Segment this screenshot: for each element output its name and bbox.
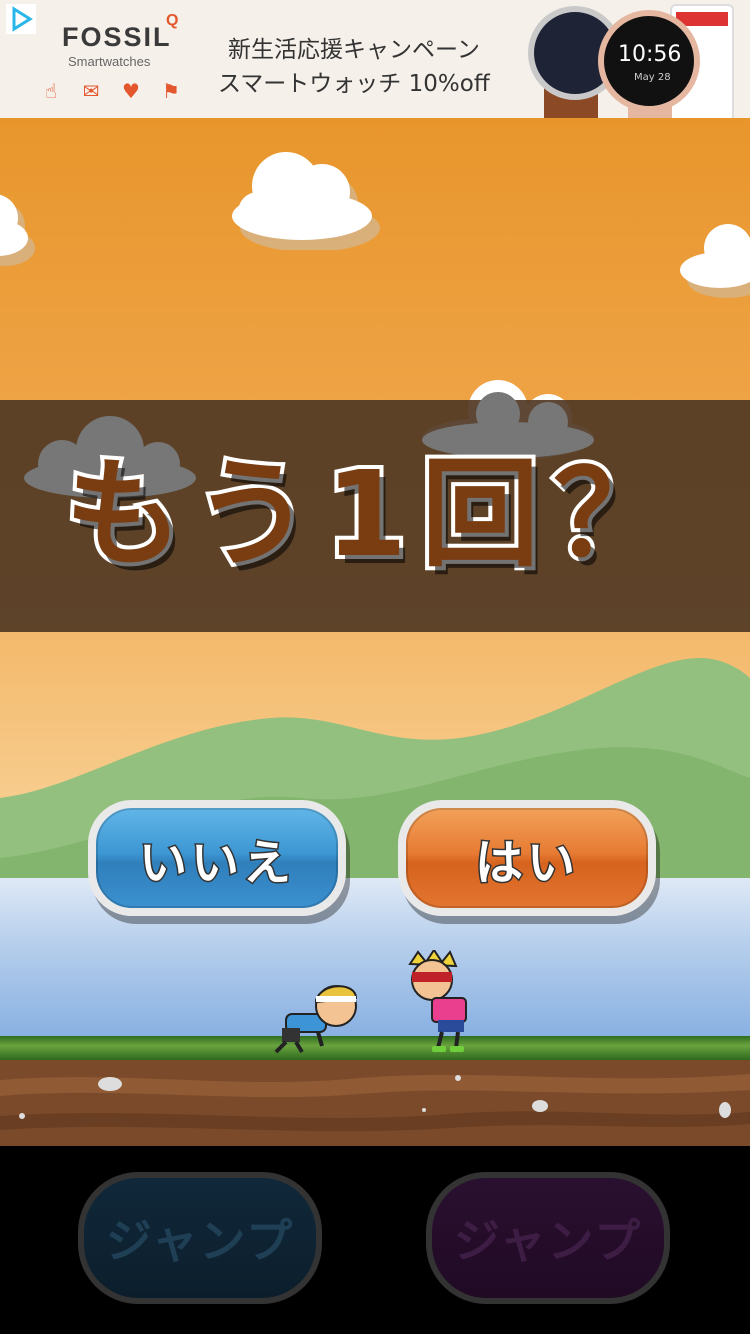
cloud	[232, 152, 380, 250]
watch-time: 10:56	[618, 42, 682, 67]
smartwatch-image: 10:56 May 28	[598, 10, 700, 112]
ad-banner[interactable]: FOSSIL Q Smartwatches ☝ ✉ ♥ ⚑ 新生活応援キャンペー…	[0, 0, 750, 118]
game-scene: もう1回？ いいえ はい	[0, 118, 750, 1146]
touch-icon: ☝	[44, 79, 58, 103]
dirt-ground	[0, 1060, 750, 1146]
right-jump-label: ジャンプ	[453, 1214, 643, 1268]
message-icon: ✉	[82, 79, 100, 103]
left-jump-button[interactable]: ジャンプ	[78, 1172, 322, 1304]
yes-button-label: はい	[473, 834, 579, 893]
right-jump-button[interactable]: ジャンプ	[426, 1172, 670, 1304]
no-button[interactable]: いいえ	[88, 800, 346, 916]
no-button-label: いいえ	[137, 834, 295, 893]
dirt-pattern	[0, 1074, 750, 1132]
ad-offer: スマートウォッチ 10%off	[218, 71, 490, 97]
cloud	[680, 224, 750, 298]
cloud	[0, 194, 35, 266]
grass-strip	[0, 1036, 750, 1060]
running-icon: ⚑	[162, 79, 180, 103]
ad-headline: 新生活応援キャンペーン	[228, 37, 480, 63]
left-jump-label: ジャンプ	[105, 1214, 295, 1268]
ad-feature-icons: ☝ ✉ ♥ ⚑	[40, 80, 182, 102]
jump-controls: ジャンプ ジャンプ	[0, 1146, 750, 1334]
heart-rate-icon: ♥	[122, 79, 140, 103]
ad-choices-icon[interactable]	[6, 4, 36, 34]
ad-brand-subtitle: Smartwatches	[68, 54, 151, 69]
blue-runner-character	[274, 985, 358, 1054]
watch-date: May 28	[634, 72, 671, 83]
ad-brand: FOSSIL	[62, 22, 172, 52]
pink-runner-character	[408, 950, 467, 1052]
yes-button[interactable]: はい	[398, 800, 656, 916]
ad-brand-mark: Q	[166, 12, 179, 29]
retry-title: もう1回？	[61, 441, 686, 587]
